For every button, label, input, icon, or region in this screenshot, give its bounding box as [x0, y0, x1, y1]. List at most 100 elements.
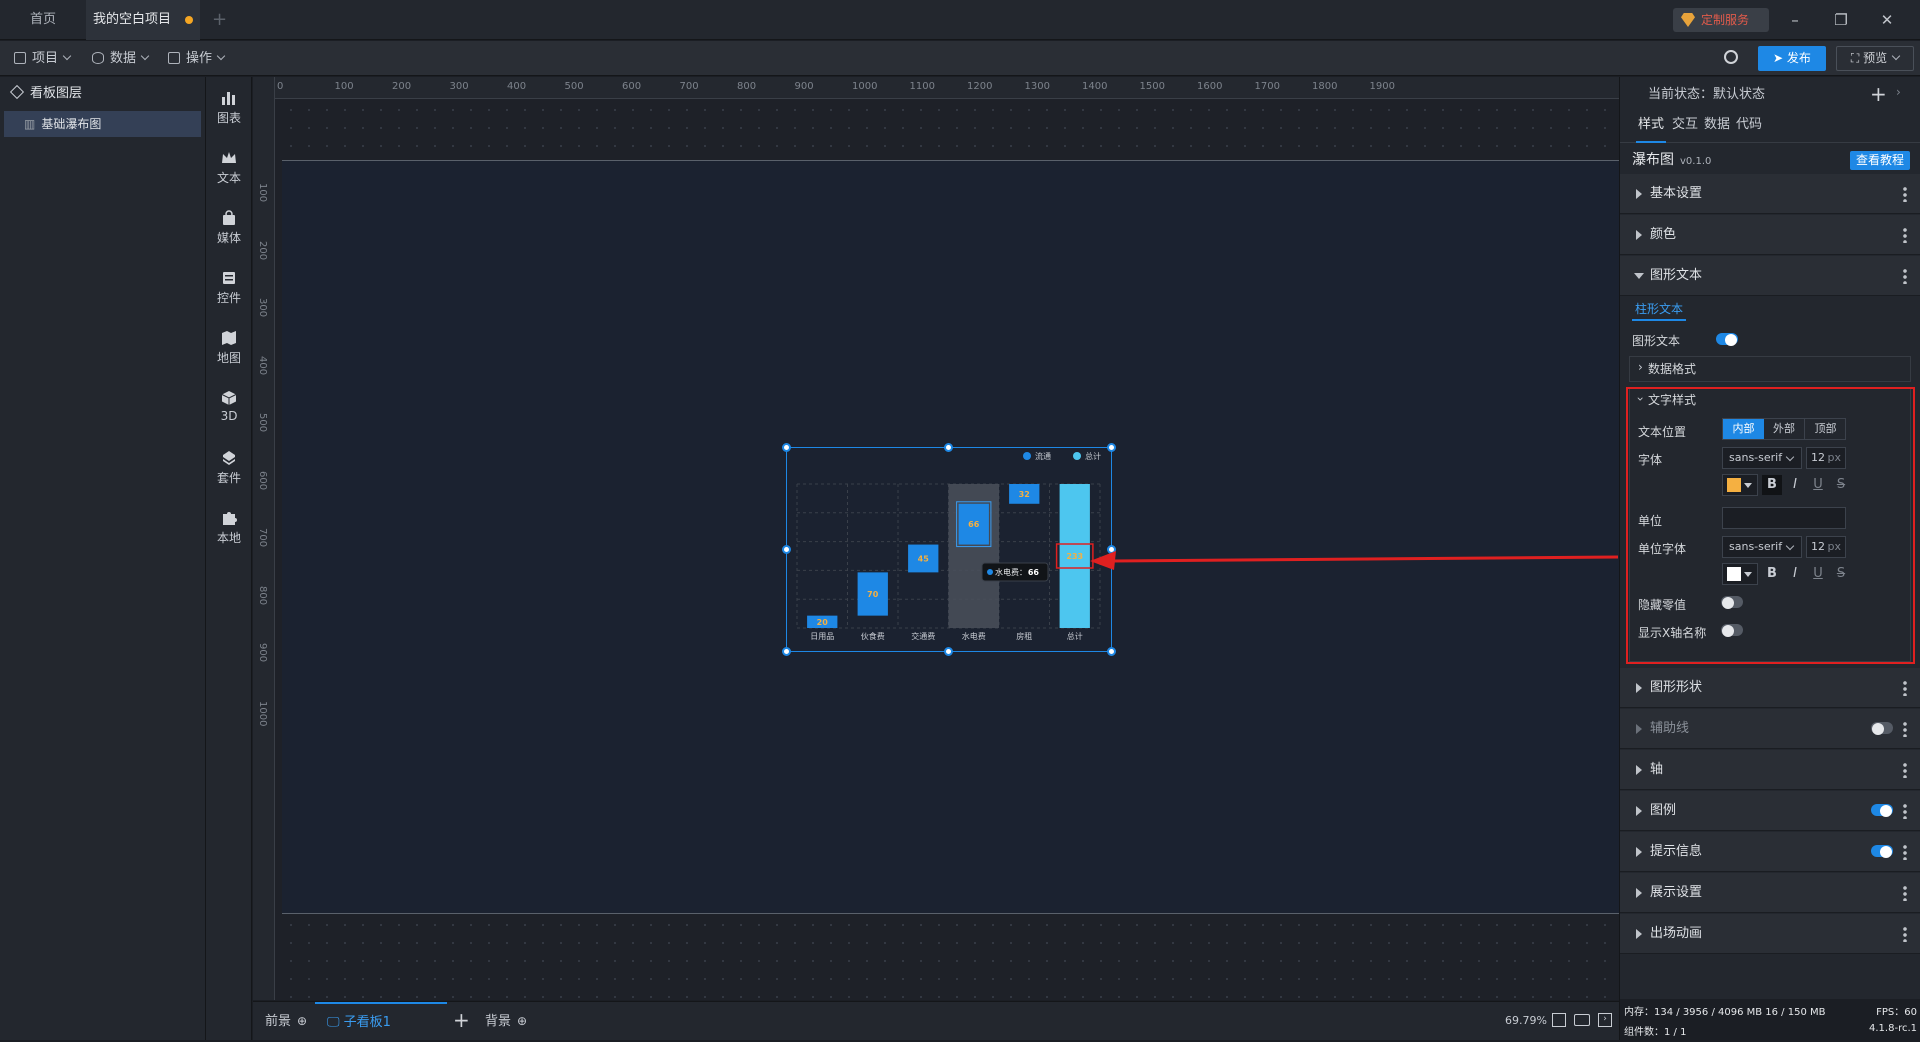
- add-tab-icon[interactable]: +: [212, 11, 227, 29]
- tab-data[interactable]: 数据: [1702, 113, 1732, 137]
- subtab-bar-text[interactable]: 柱形文本: [1632, 301, 1686, 321]
- ruler-top-tick: 1700: [1254, 81, 1280, 92]
- more-icon[interactable]: [1903, 186, 1907, 202]
- ruler-top-tick: 1400: [1082, 81, 1108, 92]
- caret-right-icon: [1636, 189, 1642, 199]
- fit-screen-icon[interactable]: [1552, 1013, 1566, 1027]
- section-display[interactable]: 展示设置: [1620, 873, 1920, 913]
- toolbar: 项目 数据 操作 ➤ 发布 ⛶ 预览: [0, 41, 1920, 76]
- status-bar: 内存：134 / 3956 / 4096 MB 16 / 150 MB FPS：…: [1620, 999, 1920, 1040]
- section-legend-label: 图例: [1650, 803, 1677, 818]
- iconbar-chart[interactable]: 图表: [206, 89, 252, 126]
- resize-handle-bl[interactable]: [782, 647, 791, 656]
- restore-icon[interactable]: ❐: [1818, 0, 1864, 40]
- x-tick-label: 日用品: [810, 632, 834, 641]
- kit-icon: [223, 451, 235, 465]
- resize-handle-b[interactable]: [944, 647, 953, 656]
- caret-right-icon: [1636, 683, 1642, 693]
- preview-button[interactable]: ⛶ 预览: [1836, 46, 1914, 71]
- section-basic[interactable]: 基本设置: [1620, 174, 1920, 214]
- search-icon[interactable]: [1724, 50, 1738, 64]
- legend-marker: [1023, 452, 1031, 460]
- component-count: 组件数：1 / 1: [1624, 1027, 1687, 1038]
- more-icon[interactable]: [1903, 885, 1907, 901]
- section-shape[interactable]: 图形形状: [1620, 668, 1920, 708]
- legend-toggle[interactable]: [1871, 804, 1893, 817]
- iconbar-3d[interactable]: 3D: [206, 389, 252, 423]
- add-state-icon[interactable]: +: [1870, 83, 1887, 105]
- tab-interaction[interactable]: 交互: [1670, 113, 1700, 137]
- resize-handle-tl[interactable]: [782, 443, 791, 452]
- add-circle-icon[interactable]: ⊕: [297, 1014, 307, 1028]
- ruler-left-tick: 700: [257, 528, 268, 548]
- component-title: 瀑布图 v0.1.0: [1632, 149, 1711, 173]
- iconbar-local[interactable]: 本地: [206, 509, 252, 546]
- tab-code[interactable]: 代码: [1734, 113, 1764, 137]
- more-icon[interactable]: [1903, 803, 1907, 819]
- waterfall-chart-svg: 20日用品70伙食费45交通费66水电费32房租233总计流通 总计水电费： 66: [796, 451, 1101, 641]
- foreground-tab[interactable]: 前景 ⊕: [265, 1002, 307, 1041]
- terminal-icon[interactable]: ›: [1598, 1013, 1612, 1027]
- fullscreen-icon: ⛶: [1850, 51, 1864, 65]
- tab-style[interactable]: 样式: [1636, 113, 1666, 143]
- close-icon[interactable]: ✕: [1864, 0, 1910, 40]
- section-shape-label: 图形形状: [1650, 680, 1703, 695]
- chevron-right-icon[interactable]: ›: [1896, 85, 1901, 99]
- layer-panel-title: 看板图层: [30, 86, 83, 101]
- section-graphic-text[interactable]: 图形文本: [1620, 256, 1920, 296]
- keyboard-icon[interactable]: [1574, 1014, 1590, 1026]
- add-board-icon[interactable]: +: [453, 1008, 470, 1032]
- section-animation[interactable]: 出场动画: [1620, 914, 1920, 954]
- tutorial-button[interactable]: 查看教程: [1850, 151, 1910, 170]
- ruler-top[interactable]: 0 100 200 300 400 500 600 700 800 900 1000 1100 1200…: [253, 77, 1619, 99]
- tooltip-marker: [987, 569, 993, 575]
- section-color[interactable]: 颜色: [1620, 215, 1920, 255]
- menu-ops[interactable]: 操作: [168, 41, 226, 76]
- more-icon[interactable]: [1903, 227, 1907, 243]
- iconbar-chart-label: 图表: [216, 111, 241, 125]
- state-value: 默认状态: [1713, 87, 1766, 102]
- resize-handle-t[interactable]: [944, 443, 953, 452]
- custom-service-button[interactable]: 定制服务: [1673, 8, 1769, 32]
- menu-project[interactable]: 项目: [14, 41, 72, 76]
- tooltip-toggle[interactable]: [1871, 845, 1893, 858]
- resize-handle-br[interactable]: [1107, 647, 1116, 656]
- control-icon: [223, 272, 235, 284]
- iconbar-media[interactable]: 媒体: [206, 209, 252, 246]
- more-icon[interactable]: [1903, 844, 1907, 860]
- waterfall-chart[interactable]: 20 日用品 70 伙食费 45 交通费 66 水电费 32 房租 233 总计 流通 总计 水电费： 66: [782, 443, 1116, 656]
- publish-button[interactable]: ➤ 发布: [1758, 46, 1826, 71]
- more-icon[interactable]: [1903, 926, 1907, 942]
- background-tab[interactable]: 背景 ⊕: [485, 1002, 527, 1041]
- ruler-left-tick: 100: [257, 183, 268, 203]
- resize-handle-l[interactable]: [782, 545, 791, 554]
- tooltip-label: 水电费：: [995, 567, 1027, 577]
- menu-data[interactable]: 数据: [92, 41, 150, 76]
- minimize-icon[interactable]: –: [1772, 0, 1818, 40]
- tab-home[interactable]: 首页: [0, 0, 86, 40]
- iconbar-kit[interactable]: 套件: [206, 449, 252, 486]
- more-icon[interactable]: [1903, 762, 1907, 778]
- more-icon[interactable]: [1903, 680, 1907, 696]
- section-guide[interactable]: 辅助线: [1620, 709, 1920, 749]
- graphic-text-toggle[interactable]: [1716, 333, 1738, 346]
- guide-toggle[interactable]: [1871, 722, 1893, 735]
- resize-handle-tr[interactable]: [1107, 443, 1116, 452]
- add-circle-icon[interactable]: ⊕: [517, 1014, 527, 1028]
- more-icon[interactable]: [1903, 721, 1907, 737]
- sub-board-tab[interactable]: 🖵 子看板1: [315, 1002, 447, 1040]
- iconbar-kit-label: 套件: [216, 471, 241, 485]
- tooltip-value: 66: [1028, 568, 1040, 577]
- more-icon[interactable]: [1903, 268, 1907, 284]
- section-legend[interactable]: 图例: [1620, 791, 1920, 831]
- section-axis[interactable]: 轴: [1620, 750, 1920, 790]
- chart-icon: [222, 92, 235, 105]
- iconbar-map[interactable]: 地图: [206, 329, 252, 366]
- ruler-left[interactable]: 100 200 300 400 500 600 700 800 900 1000: [253, 77, 275, 1000]
- iconbar-text[interactable]: 文本: [206, 149, 252, 186]
- layer-item-waterfall[interactable]: ▥ 基础瀑布图: [4, 111, 201, 137]
- tab-project[interactable]: 我的空白项目: [86, 0, 200, 40]
- data-format-group[interactable]: › 数据格式: [1629, 356, 1911, 382]
- iconbar-control[interactable]: 控件: [206, 269, 252, 306]
- section-tooltip[interactable]: 提示信息: [1620, 832, 1920, 872]
